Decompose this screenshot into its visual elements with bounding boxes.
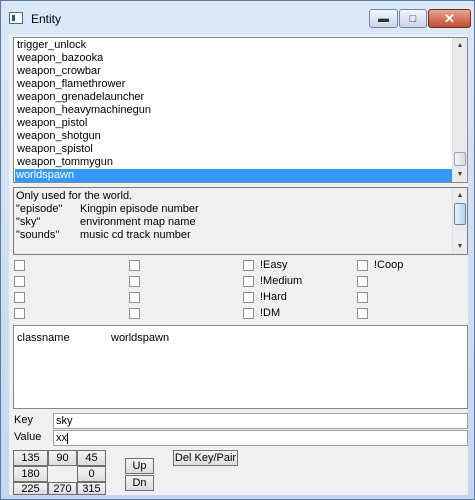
key-label: Key xyxy=(14,414,33,426)
spawnflag-checkbox[interactable] xyxy=(14,276,25,287)
title-bar[interactable]: Entity ▬ □ ✕ xyxy=(1,1,474,35)
minimize-icon: ▬ xyxy=(378,12,389,25)
entity-class-list[interactable]: trigger_unlock weapon_bazooka weapon_cro… xyxy=(13,37,468,183)
scroll-up-icon[interactable]: ▲ xyxy=(453,188,467,203)
list-item-selected[interactable]: worldspawn xyxy=(15,169,453,182)
spawnflag-checkbox[interactable] xyxy=(129,260,140,271)
spawnflag-checkbox[interactable] xyxy=(14,292,25,303)
spawnflag-checkbox-dm[interactable] xyxy=(243,308,254,319)
entity-window: Entity ▬ □ ✕ trigger_unlock weapon_bazoo… xyxy=(0,0,475,500)
scroll-thumb[interactable] xyxy=(454,203,466,225)
spawnflag-checkbox-hard[interactable] xyxy=(243,292,254,303)
angle-180-button[interactable]: 180 xyxy=(13,466,48,482)
spawnflag-checkbox[interactable] xyxy=(129,276,140,287)
window-title: Entity xyxy=(31,12,62,26)
scroll-up-icon[interactable]: ▲ xyxy=(453,38,467,53)
spawnflag-checkbox[interactable] xyxy=(357,308,368,319)
description-key: "sky" xyxy=(16,216,41,228)
entity-description: Only used for the world. "episode" Kingp… xyxy=(13,187,468,255)
description-key: "episode" xyxy=(16,203,63,215)
scroll-down-icon[interactable]: ▼ xyxy=(453,167,467,182)
list-item[interactable]: weapon_grenadelauncher xyxy=(16,91,144,104)
spawnflags-panel: !Easy !Medium !Hard !DM !Coop xyxy=(13,257,468,319)
spawnflag-label: !Hard xyxy=(260,291,287,303)
up-button[interactable]: Up xyxy=(125,458,154,474)
class-list-scrollbar[interactable]: ▲ ▼ xyxy=(452,38,467,182)
close-button[interactable]: ✕ xyxy=(428,9,471,28)
description-key: "sounds" xyxy=(16,229,60,241)
spawnflag-label: !Medium xyxy=(260,275,303,287)
down-button[interactable]: Dn xyxy=(125,475,154,491)
scroll-down-icon[interactable]: ▼ xyxy=(453,239,467,254)
text-caret xyxy=(67,432,68,444)
spawnflag-checkbox-easy[interactable] xyxy=(243,260,254,271)
list-item[interactable]: trigger_unlock xyxy=(16,39,86,52)
spawnflag-label: !Coop xyxy=(374,259,404,271)
spawnflag-checkbox[interactable] xyxy=(14,260,25,271)
maximize-icon: □ xyxy=(409,12,417,25)
angle-135-button[interactable]: 135 xyxy=(13,450,48,466)
list-item[interactable]: weapon_pistol xyxy=(16,117,87,130)
angle-45-button[interactable]: 45 xyxy=(77,450,106,466)
angle-315-button[interactable]: 315 xyxy=(77,482,106,495)
angle-270-button[interactable]: 270 xyxy=(48,482,77,495)
maximize-button[interactable]: □ xyxy=(399,9,427,28)
description-text: Kingpin episode number xyxy=(80,203,199,215)
pair-key[interactable]: classname xyxy=(17,332,70,344)
spawnflag-checkbox[interactable] xyxy=(14,308,25,319)
close-icon: ✕ xyxy=(444,10,455,26)
spawnflag-checkbox[interactable] xyxy=(357,292,368,303)
description-text: environment map name xyxy=(80,216,196,228)
app-icon xyxy=(9,12,23,24)
client-area: trigger_unlock weapon_bazooka weapon_cro… xyxy=(9,35,468,495)
list-item[interactable]: weapon_bazooka xyxy=(16,52,103,65)
spawnflag-label: !Easy xyxy=(260,259,288,271)
key-input-value: sky xyxy=(56,415,73,427)
list-item[interactable]: weapon_shotgun xyxy=(16,130,101,143)
spawnflag-checkbox[interactable] xyxy=(129,308,140,319)
spawnflag-checkbox[interactable] xyxy=(129,292,140,303)
minimize-button[interactable]: ▬ xyxy=(369,9,398,28)
scroll-thumb[interactable] xyxy=(454,152,466,166)
spawnflag-checkbox-medium[interactable] xyxy=(243,276,254,287)
value-input-value: xx xyxy=(56,432,67,444)
list-item[interactable]: weapon_spistol xyxy=(16,143,93,156)
key-input[interactable]: sky xyxy=(53,413,468,429)
list-item[interactable]: weapon_flamethrower xyxy=(16,78,125,91)
description-scrollbar[interactable]: ▲ ▼ xyxy=(452,188,467,254)
angle-0-button[interactable]: 0 xyxy=(77,466,106,482)
value-input[interactable]: xx xyxy=(53,430,468,446)
delete-key-pair-button[interactable]: Del Key/Pair xyxy=(173,450,238,466)
spawnflag-label: !DM xyxy=(260,307,281,319)
list-item[interactable]: weapon_heavymachinegun xyxy=(16,104,151,117)
key-value-list[interactable]: classname worldspawn xyxy=(13,325,468,409)
list-item[interactable]: weapon_crowbar xyxy=(16,65,101,78)
angle-225-button[interactable]: 225 xyxy=(13,482,48,495)
angle-90-button[interactable]: 90 xyxy=(48,450,77,466)
pair-value[interactable]: worldspawn xyxy=(111,332,169,344)
value-label: Value xyxy=(14,431,42,443)
description-intro: Only used for the world. xyxy=(16,190,133,202)
spawnflag-checkbox[interactable] xyxy=(357,276,368,287)
description-text: music cd track number xyxy=(80,229,191,241)
list-item[interactable]: weapon_tommygun xyxy=(16,156,113,169)
spawnflag-checkbox-coop[interactable] xyxy=(357,260,368,271)
